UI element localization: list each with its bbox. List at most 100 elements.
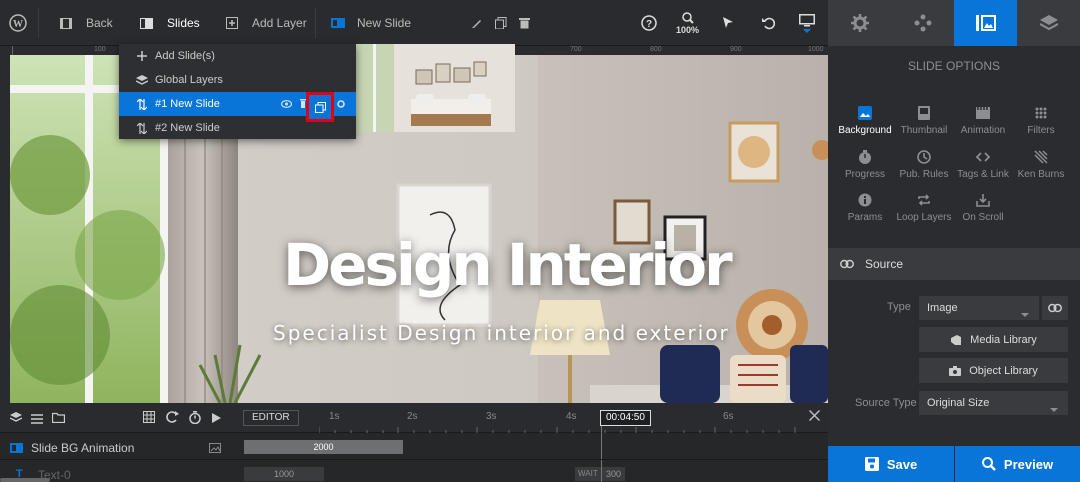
animation-bar[interactable]: 1000 (244, 467, 324, 481)
slides-button[interactable]: Slides (140, 0, 200, 46)
cursor-icon (723, 17, 733, 28)
play-icon[interactable] (212, 412, 221, 426)
trash-icon (519, 18, 530, 29)
chevron-down-icon (1050, 401, 1058, 415)
timeline-row[interactable]: T Text-0 1000 WAIT 300 (0, 460, 828, 482)
save-button[interactable]: Save (828, 446, 954, 482)
slide-icon (331, 18, 345, 28)
ruler-tick-label: 1000 (808, 46, 824, 53)
thumbnail-icon (918, 106, 930, 120)
link-icon (840, 258, 854, 272)
media-library-button[interactable]: Media Library (919, 327, 1068, 352)
menu-item-label: Add Slide(s) (155, 50, 215, 62)
film-icon (60, 17, 72, 29)
slide-1-menu-item[interactable]: #1 New Slide (119, 92, 356, 122)
option-background[interactable]: Background (835, 106, 895, 136)
add-layer-button[interactable]: Add Layer (226, 0, 307, 46)
help-button[interactable]: ? (641, 0, 657, 46)
current-time-marker[interactable]: 00:04:50 (600, 410, 651, 426)
wait-label: WAIT (575, 467, 601, 481)
sort-arrows-icon (135, 122, 149, 134)
option-tags-link[interactable]: Tags & Link (953, 150, 1013, 180)
tab-layers[interactable] (1017, 0, 1080, 46)
source-link-button[interactable] (1042, 296, 1068, 320)
wordpress-logo-icon[interactable]: W (8, 0, 28, 46)
close-icon[interactable] (808, 409, 821, 424)
type-select[interactable]: Image (919, 296, 1039, 320)
tab-slide-options[interactable] (954, 0, 1017, 46)
eye-icon[interactable] (280, 99, 293, 111)
sort-arrows-icon (135, 98, 149, 110)
image-icon[interactable] (209, 442, 221, 456)
timeline-scrollbar[interactable] (0, 478, 50, 482)
media-library-label: Media Library (970, 333, 1037, 346)
zoom-control[interactable]: 100% (676, 0, 699, 46)
new-slide-title[interactable]: New Slide (331, 0, 411, 46)
chevron-down-icon (1021, 306, 1029, 320)
option-thumbnail[interactable]: Thumbnail (894, 106, 954, 136)
type-label: Type (887, 301, 911, 313)
headline-layer[interactable]: Design Interior (10, 231, 828, 299)
option-animation[interactable]: Animation (953, 106, 1013, 136)
download-icon (976, 194, 990, 207)
undo-button[interactable] (762, 0, 775, 46)
option-label: Loop Layers (896, 212, 952, 223)
option-label: Filters (1027, 125, 1055, 136)
image-layer-icon (10, 442, 23, 456)
timeline-ruler[interactable]: EDITOR 1s 2s 3s 4s 6s 00:04:50 (229, 403, 828, 482)
duplicate-slide-button[interactable] (495, 0, 507, 46)
back-button[interactable]: Back (60, 0, 113, 46)
timeline-minor-ticks (319, 427, 796, 433)
preview-button[interactable]: Preview (955, 446, 1080, 482)
option-label: Params (847, 212, 883, 223)
add-slides-menu-item[interactable]: Add Slide(s) (119, 44, 356, 68)
source-type-select[interactable]: Original Size (919, 391, 1068, 415)
subline-layer[interactable]: Specialist Design interior and exterior (273, 321, 730, 345)
slide-2-menu-item[interactable]: #2 New Slide (119, 116, 356, 140)
timeline-toolbar (0, 403, 229, 433)
edit-slide-button[interactable] (471, 0, 483, 46)
slide-thumbnail-preview (356, 44, 515, 132)
source-section-header[interactable]: Source (828, 248, 1080, 280)
option-loop-layers[interactable]: Loop Layers (894, 193, 954, 223)
editor-badge[interactable]: EDITOR (243, 410, 299, 426)
device-switch-button[interactable] (799, 0, 815, 46)
layers-icon[interactable] (9, 412, 23, 426)
gear-icon[interactable] (337, 99, 345, 111)
back-label: Back (86, 16, 113, 30)
tab-general-settings[interactable] (828, 0, 891, 46)
delete-slide-button[interactable] (519, 0, 530, 46)
folder-icon[interactable] (51, 412, 66, 426)
object-library-button[interactable]: Object Library (919, 358, 1068, 383)
grid-icon[interactable] (143, 411, 155, 426)
menu-item-label: #2 New Slide (155, 122, 220, 134)
undo-icon (762, 17, 775, 30)
timeline-row[interactable]: Slide BG Animation 2000 (0, 434, 828, 460)
global-layers-menu-item[interactable]: Global Layers (119, 68, 356, 92)
stopwatch-icon[interactable] (189, 411, 201, 427)
camera-icon (949, 365, 962, 376)
plus-icon (135, 51, 149, 61)
option-ken-burns[interactable]: Ken Burns (1011, 150, 1071, 180)
loop-icon[interactable] (166, 411, 179, 426)
add-layer-label: Add Layer (252, 16, 307, 30)
option-filters[interactable]: Filters (1011, 106, 1071, 136)
source-type-label: Source Type (855, 397, 917, 409)
wait-value[interactable]: 300 (602, 467, 626, 481)
save-icon (864, 457, 879, 471)
select-tool-button[interactable] (722, 0, 734, 46)
list-icon[interactable] (31, 413, 43, 427)
option-label: Ken Burns (1017, 169, 1065, 180)
tab-navigation[interactable] (891, 0, 954, 46)
zoom-icon (681, 11, 694, 24)
option-progress[interactable]: Progress (835, 150, 895, 180)
timeline-tick: 2s (407, 411, 418, 422)
option-label: Animation (960, 125, 1006, 136)
option-pub-rules[interactable]: Pub. Rules (894, 150, 954, 180)
info-icon (858, 193, 872, 207)
svg-text:?: ? (646, 19, 652, 30)
animation-bar[interactable]: 2000 (244, 440, 403, 454)
option-params[interactable]: Params (835, 193, 895, 223)
repeat-icon (918, 194, 930, 206)
option-on-scroll[interactable]: On Scroll (953, 193, 1013, 223)
